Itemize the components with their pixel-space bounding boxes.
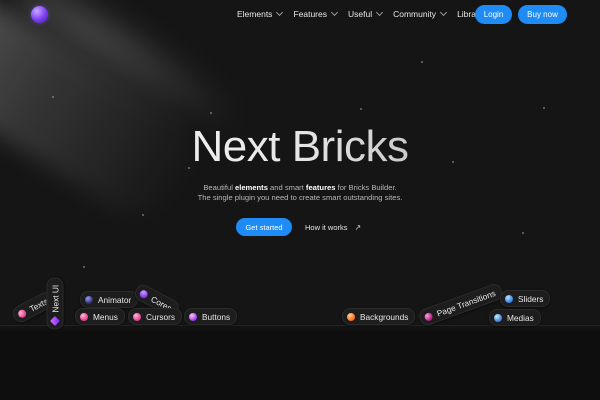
buy-now-button[interactable]: Buy now: [518, 5, 567, 24]
chip-buttons[interactable]: Buttons: [184, 308, 238, 325]
dark-orb-icon: [85, 295, 93, 304]
nav-item-elements[interactable]: Elements: [237, 8, 284, 19]
chip-label: Animator: [98, 294, 132, 305]
chip-label: Page Transitions: [435, 287, 497, 319]
blue-orb-icon: [505, 294, 513, 303]
subtitle-text: and smart: [267, 183, 306, 192]
chevron-down-icon: [276, 8, 284, 17]
nav-label: Community: [393, 9, 437, 19]
chip-label: Backgrounds: [360, 311, 409, 322]
page: Elements Features Useful Community Libra…: [0, 0, 600, 400]
star: [522, 232, 524, 234]
chip-label: Medias: [507, 312, 534, 323]
pink-orb-icon: [16, 307, 28, 319]
arrow-up-right-icon: ↗: [354, 222, 362, 232]
hero-subtitle-line2: The single plugin you need to create sma…: [197, 193, 403, 202]
chip-sliders[interactable]: Sliders: [500, 290, 551, 307]
chip-shelf: [0, 325, 600, 400]
brand-logo-icon[interactable]: [31, 6, 48, 23]
nav-label: Features: [293, 9, 327, 19]
star: [142, 214, 144, 216]
star: [52, 96, 54, 98]
subtitle-text: for Bricks Builder.: [335, 183, 397, 192]
how-it-works-label: How it works: [305, 222, 348, 232]
how-it-works-link[interactable]: How it works ↗: [305, 219, 361, 235]
site-header: Elements Features Useful Community Libra…: [0, 0, 600, 30]
nav-label: Useful: [347, 9, 373, 19]
star: [360, 108, 362, 110]
teal-orb-icon: [494, 313, 502, 322]
chip-label: Sliders: [518, 293, 544, 304]
chevron-down-icon: [376, 8, 384, 17]
chip-backgrounds[interactable]: Backgrounds: [342, 308, 416, 325]
chevron-down-icon: [330, 8, 339, 17]
magenta-orb-icon: [423, 311, 434, 322]
pink-orb-icon: [80, 312, 88, 321]
chip-medias[interactable]: Medias: [489, 309, 541, 326]
chip-label: Cursors: [146, 311, 176, 322]
purple-diamond-icon: [50, 316, 60, 326]
subtitle-text: Beautiful: [203, 183, 235, 192]
chip-next-ui[interactable]: Next UI: [46, 277, 64, 330]
login-button[interactable]: Login: [475, 5, 512, 24]
get-started-button[interactable]: Get started: [236, 218, 292, 236]
chevron-down-icon: [440, 8, 448, 17]
star: [83, 266, 85, 268]
star: [543, 107, 545, 109]
nav-label: Elements: [237, 9, 273, 19]
star: [421, 61, 423, 63]
star: [210, 112, 212, 114]
chip-menus[interactable]: Menus: [75, 308, 125, 325]
pink-orb-icon: [133, 312, 141, 321]
chip-label: Next UI: [50, 284, 60, 313]
chip-cursors[interactable]: Cursors: [128, 308, 183, 325]
nav-item-useful[interactable]: Useful: [347, 8, 384, 19]
chip-label: Menus: [93, 311, 118, 322]
violet-pink-orb-icon: [189, 312, 197, 321]
nav-item-features[interactable]: Features: [293, 8, 339, 19]
hero-title: Next Bricks: [0, 122, 600, 172]
nav-item-community[interactable]: Community: [393, 8, 448, 19]
chip-animator[interactable]: Animator: [80, 291, 139, 308]
subtitle-emphasis: elements: [235, 183, 268, 192]
chip-label: Buttons: [202, 311, 231, 322]
orange-orb-icon: [347, 312, 355, 321]
subtitle-emphasis: features: [305, 183, 336, 192]
violet-orb-icon: [138, 288, 150, 300]
main-nav: Elements Features Useful Community Libra…: [237, 8, 494, 19]
